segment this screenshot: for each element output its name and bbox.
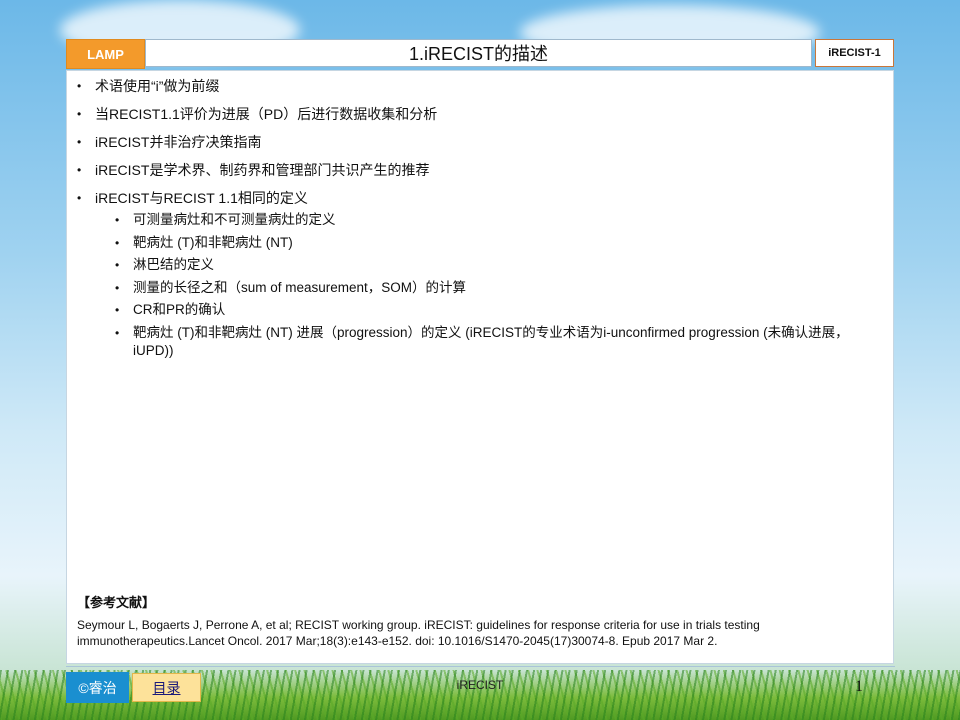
footer-title: iRECIST <box>456 678 504 692</box>
sub-bullet-item: 淋巴结的定义 <box>115 256 887 274</box>
footer-divider <box>66 666 895 667</box>
sub-bullet-item: 测量的长径之和（sum of measurement，SOM）的计算 <box>115 279 887 297</box>
brand-badge: LAMP <box>66 39 145 69</box>
sub-bullet-list: 可测量病灶和不可测量病灶的定义 靶病灶 (T)和非靶病灶 (NT) 淋巴结的定义… <box>95 211 887 360</box>
page-number: 1 <box>855 678 863 695</box>
footer-brand-logo: ©睿治 <box>66 672 129 703</box>
sub-bullet-item: 可测量病灶和不可测量病灶的定义 <box>115 211 887 229</box>
bullet-item: iRECIST与RECIST 1.1相同的定义 可测量病灶和不可测量病灶的定义 … <box>77 189 887 360</box>
bullet-item: iRECIST是学术界、制药界和管理部门共识产生的推荐 <box>77 161 887 179</box>
bullet-item: 术语使用“i”做为前缀 <box>77 77 887 95</box>
slide-content: 术语使用“i”做为前缀 当RECIST1.1评价为进展（PD）后进行数据收集和分… <box>66 70 894 664</box>
toc-link-button[interactable]: 目录 <box>132 673 201 702</box>
sub-bullet-item: 靶病灶 (T)和非靶病灶 (NT) <box>115 234 887 252</box>
sub-bullet-item: 靶病灶 (T)和非靶病灶 (NT) 进展（progression）的定义 (iR… <box>115 324 887 360</box>
slide-title: 1.iRECIST的描述 <box>145 39 812 67</box>
references-heading: 【参考文献】 <box>77 595 156 610</box>
slide-tag: iRECIST-1 <box>815 39 894 67</box>
sub-bullet-item: CR和PR的确认 <box>115 301 887 319</box>
bullet-item: 当RECIST1.1评价为进展（PD）后进行数据收集和分析 <box>77 105 887 123</box>
references-text: Seymour L, Bogaerts J, Perrone A, et al;… <box>77 618 760 648</box>
bullet-list: 术语使用“i”做为前缀 当RECIST1.1评价为进展（PD）后进行数据收集和分… <box>77 77 887 370</box>
bullet-item: iRECIST并非治疗决策指南 <box>77 133 887 151</box>
